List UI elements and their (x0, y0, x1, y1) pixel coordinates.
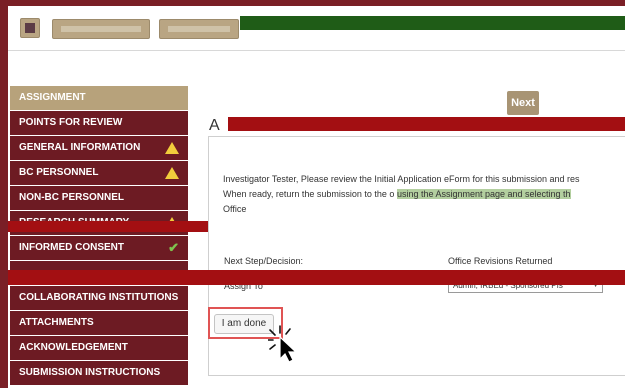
toolbar-icon-button[interactable] (20, 18, 40, 38)
instructions-text: Investigator Tester, Please review the I… (223, 172, 625, 217)
sidebar-item-acknowledgement[interactable]: ACKNOWLEDGEMENT (10, 336, 188, 360)
i-am-done-button[interactable]: I am done (214, 314, 274, 334)
toolbar-button-1-label (61, 26, 141, 32)
sidebar-item-points-for-review[interactable]: POINTS FOR REVIEW (10, 111, 188, 135)
sidebar-item-label: ATTACHMENTS (19, 317, 94, 328)
next-button[interactable]: Next (507, 91, 539, 115)
check-icon: ✔ (168, 240, 179, 255)
next-step-label: Next Step/Decision: (224, 256, 304, 266)
sidebar-item-bc-personnel[interactable]: BC PERSONNEL (10, 161, 188, 185)
row-redaction-bar-2 (8, 270, 625, 285)
page-title: A (209, 117, 220, 135)
sidebar-item-label: COLLABORATING INSTITUTIONS (19, 292, 179, 303)
sidebar-nav: ASSIGNMENT POINTS FOR REVIEW GENERAL INF… (10, 86, 188, 386)
sidebar-item-informed-consent[interactable]: INFORMED CONSENT ✔ (10, 236, 188, 260)
next-step-value: Office Revisions Returned (448, 256, 553, 266)
sidebar-item-label: GENERAL INFORMATION (19, 142, 141, 153)
sidebar-item-label: BC PERSONNEL (19, 167, 99, 178)
toolbar-icon (25, 23, 35, 33)
sidebar-item-label: NON-BC PERSONNEL (19, 192, 125, 203)
page-title-text: A (209, 117, 220, 134)
sidebar-item-general-information[interactable]: GENERAL INFORMATION (10, 136, 188, 160)
sidebar-item-label: SUBMISSION INSTRUCTIONS (19, 367, 161, 378)
warning-icon (165, 142, 179, 154)
left-border (0, 0, 8, 388)
title-redaction-bar (228, 117, 625, 131)
toolbar-button-2[interactable] (159, 19, 239, 39)
sidebar-item-label: POINTS FOR REVIEW (19, 117, 123, 128)
sidebar-item-label: ASSIGNMENT (19, 92, 86, 103)
toolbar-banner (240, 16, 625, 30)
row-redaction-bar-1 (8, 221, 208, 232)
warning-icon (165, 167, 179, 179)
sidebar-item-label: ACKNOWLEDGEMENT (19, 342, 128, 353)
sidebar-item-assignment[interactable]: ASSIGNMENT (10, 86, 188, 110)
sidebar-item-label: INFORMED CONSENT (19, 242, 124, 253)
instructions-line-2a: When ready, return the submission to the… (223, 189, 395, 199)
sidebar-item-submission-instructions[interactable]: SUBMISSION INSTRUCTIONS (10, 361, 188, 385)
pointer-cursor-icon (268, 325, 298, 363)
sidebar-item-attachments[interactable]: ATTACHMENTS (10, 311, 188, 335)
instructions-line-2b: using the Assignment page and selecting … (396, 189, 571, 199)
instructions-line-1: Investigator Tester, Please review the I… (223, 174, 580, 184)
toolbar-button-1[interactable] (52, 19, 150, 39)
top-toolbar (8, 6, 625, 51)
toolbar-button-2-label (168, 26, 230, 32)
instructions-line-2: When ready, return the submission to the… (223, 187, 625, 202)
sidebar-item-collaborating-institutions[interactable]: COLLABORATING INSTITUTIONS (10, 286, 188, 310)
sidebar-item-non-bc-personnel[interactable]: NON-BC PERSONNEL (10, 186, 188, 210)
instructions-line-3: Office (223, 204, 247, 214)
